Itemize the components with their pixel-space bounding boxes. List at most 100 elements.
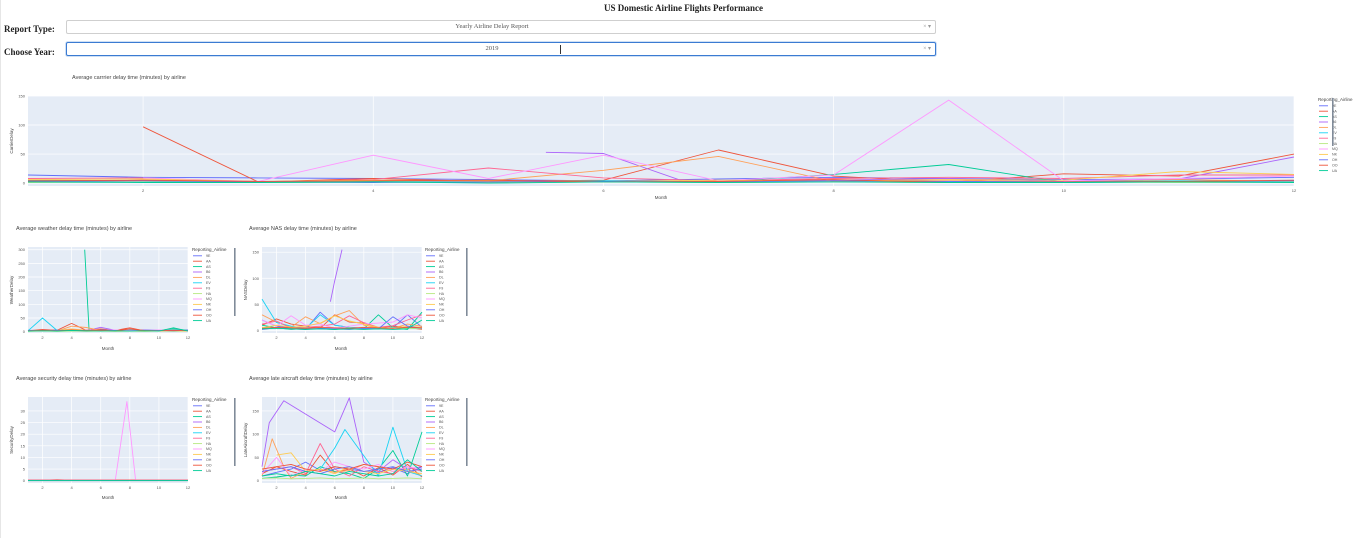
legend-label-HA: HA — [439, 442, 445, 446]
x-tick-label: 12 — [186, 335, 191, 340]
plot-area — [28, 96, 1294, 186]
y-tick-label: 30 — [21, 408, 26, 413]
legend-label-NK: NK — [206, 303, 212, 307]
legend-label-NK: NK — [1332, 153, 1338, 157]
legend-label-OO: OO — [1332, 163, 1338, 167]
legend-label-9E: 9E — [206, 254, 211, 258]
legend-label-DL: DL — [206, 276, 211, 280]
legend-label-OO: OO — [439, 463, 445, 467]
legend-label-OH: OH — [1332, 158, 1338, 162]
legend-label-B6: B6 — [439, 270, 443, 274]
y-tick-label: 0 — [23, 329, 26, 334]
chart-title: Average security delay time (minutes) by… — [16, 376, 131, 382]
x-tick-label: 6 — [334, 485, 337, 490]
x-tick-label: 6 — [100, 335, 103, 340]
y-tick-label: 150 — [18, 94, 25, 99]
chart-weather: Average weather delay time (minutes) by … — [9, 226, 236, 351]
x-tick-label: 12 — [1292, 188, 1297, 193]
legend-title: Reporting_Airline — [192, 247, 227, 252]
y-tick-label: 150 — [18, 288, 25, 293]
legend-label-MQ: MQ — [439, 447, 445, 451]
legend-label-DL: DL — [206, 426, 211, 430]
chart-security: Average security delay time (minutes) by… — [9, 376, 236, 500]
legend-label-B6: B6 — [206, 420, 210, 424]
legend-label-OH: OH — [206, 458, 212, 462]
x-tick-label: 8 — [129, 485, 132, 490]
chart-title: Average carrrier delay time (minutes) by… — [72, 75, 186, 81]
y-axis-label: CarrierDelay — [9, 128, 14, 154]
legend-label-9E: 9E — [439, 254, 444, 258]
chart-late: Average late aircraft delay time (minute… — [243, 376, 468, 500]
x-tick-label: 2 — [41, 335, 44, 340]
legend-label-EV: EV — [439, 281, 444, 285]
charts-canvas: Average carrrier delay time (minutes) by… — [9, 75, 1353, 500]
y-tick-label: 250 — [18, 261, 25, 266]
x-tick-label: 6 — [602, 188, 605, 193]
x-tick-label: 2 — [275, 485, 278, 490]
legend-label-OO: OO — [206, 313, 212, 317]
chart-title: Average NAS delay time (minutes) by airl… — [249, 226, 357, 232]
y-tick-label: 300 — [18, 247, 25, 252]
legend-label-EV: EV — [439, 431, 444, 435]
y-tick-label: 0 — [23, 181, 26, 186]
legend-label-UA: UA — [206, 319, 212, 323]
x-tick-label: 6 — [334, 335, 337, 340]
y-tick-label: 0 — [23, 478, 26, 483]
legend-label-DL: DL — [439, 276, 444, 280]
legend-label-UA: UA — [1332, 169, 1338, 173]
legend-title: Reporting_Airline — [192, 397, 227, 402]
y-tick-label: 200 — [18, 275, 25, 280]
legend-label-F9: F9 — [206, 436, 210, 440]
legend-label-HA: HA — [206, 292, 212, 296]
y-tick-label: 25 — [21, 420, 26, 425]
legend-label-NK: NK — [439, 453, 445, 457]
x-axis-label: Month — [335, 346, 348, 351]
x-tick-label: 4 — [71, 485, 74, 490]
legend-label-AA: AA — [206, 409, 211, 413]
x-tick-label: 12 — [420, 485, 425, 490]
legend-label-F9: F9 — [439, 286, 443, 290]
legend-label-AA: AA — [206, 259, 211, 263]
legend-scrollbar — [466, 398, 468, 466]
y-tick-label: 100 — [252, 432, 259, 437]
y-axis-label: LateAircraftDelay — [243, 422, 248, 457]
legend-scrollbar — [466, 248, 468, 316]
plot-area — [28, 397, 188, 483]
plot-area — [28, 247, 188, 333]
x-axis-label: Month — [655, 195, 668, 200]
legend-label-AS: AS — [439, 265, 444, 269]
legend-label-MQ: MQ — [1332, 147, 1338, 151]
y-tick-label: 50 — [255, 302, 260, 307]
x-tick-label: 10 — [391, 335, 396, 340]
legend-label-AS: AS — [206, 415, 211, 419]
chart-title: Average late aircraft delay time (minute… — [249, 376, 373, 382]
legend-label-B6: B6 — [206, 270, 210, 274]
y-tick-label: 20 — [21, 432, 26, 437]
legend-label-AA: AA — [439, 409, 444, 413]
legend-title: Reporting_Airline — [425, 397, 460, 402]
y-axis-label: SecurityDelay — [9, 425, 14, 454]
legend-label-AS: AS — [439, 415, 444, 419]
x-axis-label: Month — [335, 495, 348, 500]
x-tick-label: 12 — [420, 335, 425, 340]
legend-label-EV: EV — [206, 431, 211, 435]
legend-label-NK: NK — [206, 453, 212, 457]
y-axis-label: NASDelay — [243, 279, 248, 301]
y-tick-label: 0 — [257, 328, 260, 333]
legend-label-UA: UA — [439, 469, 445, 473]
legend-label-F9: F9 — [206, 286, 210, 290]
x-tick-label: 2 — [41, 485, 44, 490]
legend-label-DL: DL — [439, 426, 444, 430]
legend-label-MQ: MQ — [206, 447, 212, 451]
x-tick-label: 10 — [157, 335, 162, 340]
legend-label-9E: 9E — [206, 404, 211, 408]
legend-label-AA: AA — [439, 259, 444, 263]
legend-title: Reporting_Airline — [1318, 97, 1353, 102]
x-tick-label: 8 — [129, 335, 132, 340]
legend-label-HA: HA — [206, 442, 212, 446]
y-tick-label: 150 — [252, 408, 259, 413]
x-tick-label: 8 — [363, 485, 366, 490]
y-tick-label: 10 — [21, 455, 26, 460]
x-tick-label: 10 — [157, 485, 162, 490]
legend-label-OO: OO — [439, 313, 445, 317]
